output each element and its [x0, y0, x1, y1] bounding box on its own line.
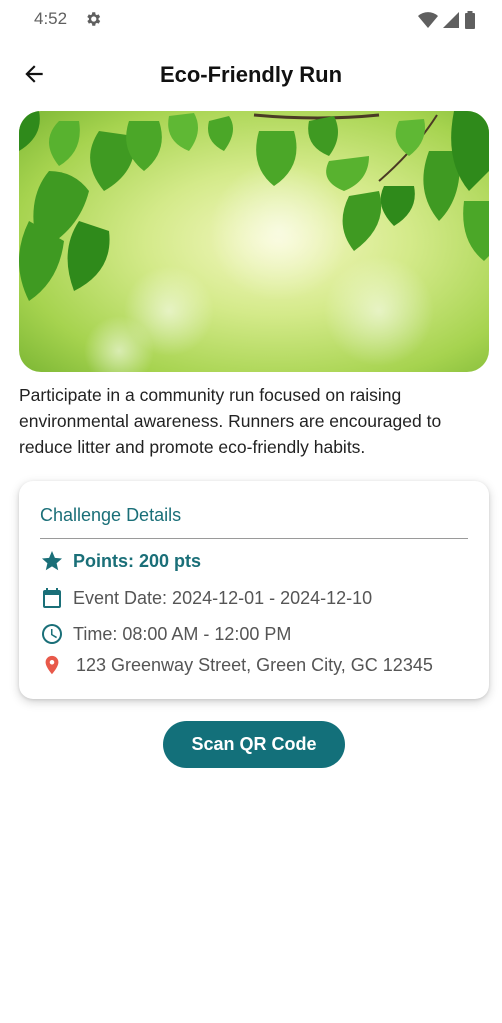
location-pin-icon [40, 653, 64, 677]
gear-icon [84, 10, 102, 28]
status-bar: 4:52 [0, 0, 502, 40]
star-icon [40, 549, 64, 573]
points-value: Points: 200 pts [73, 550, 202, 571]
divider [40, 538, 468, 539]
wifi-icon [418, 11, 438, 34]
clock-icon [40, 622, 64, 646]
event-location: 123 Greenway Street, Green City, GC 1234… [76, 654, 433, 675]
event-description: Participate in a community run focused o… [19, 385, 442, 457]
card-title: Challenge Details [40, 505, 182, 525]
hero-image [19, 111, 489, 372]
battery-icon [464, 11, 476, 34]
time-row: Time: 08:00 AM - 12:00 PM [40, 622, 291, 646]
points-row: Points: 200 pts [40, 549, 201, 573]
location-row: 123 Greenway Street, Green City, GC 1234… [40, 653, 433, 677]
event-date: Event Date: 2024-12-01 - 2024-12-10 [73, 587, 373, 608]
signal-icon [442, 11, 460, 34]
event-time: Time: 08:00 AM - 12:00 PM [73, 623, 292, 644]
status-time: 4:52 [34, 9, 68, 28]
app-bar: Eco-Friendly Run [0, 48, 502, 104]
calendar-icon [40, 586, 64, 610]
challenge-details-card: Challenge Details Points: 200 pts Event … [19, 481, 489, 699]
scan-qr-button[interactable]: Scan QR Code [163, 721, 345, 768]
event-date-row: Event Date: 2024-12-01 - 2024-12-10 [40, 586, 372, 610]
page-title: Eco-Friendly Run [159, 62, 343, 87]
